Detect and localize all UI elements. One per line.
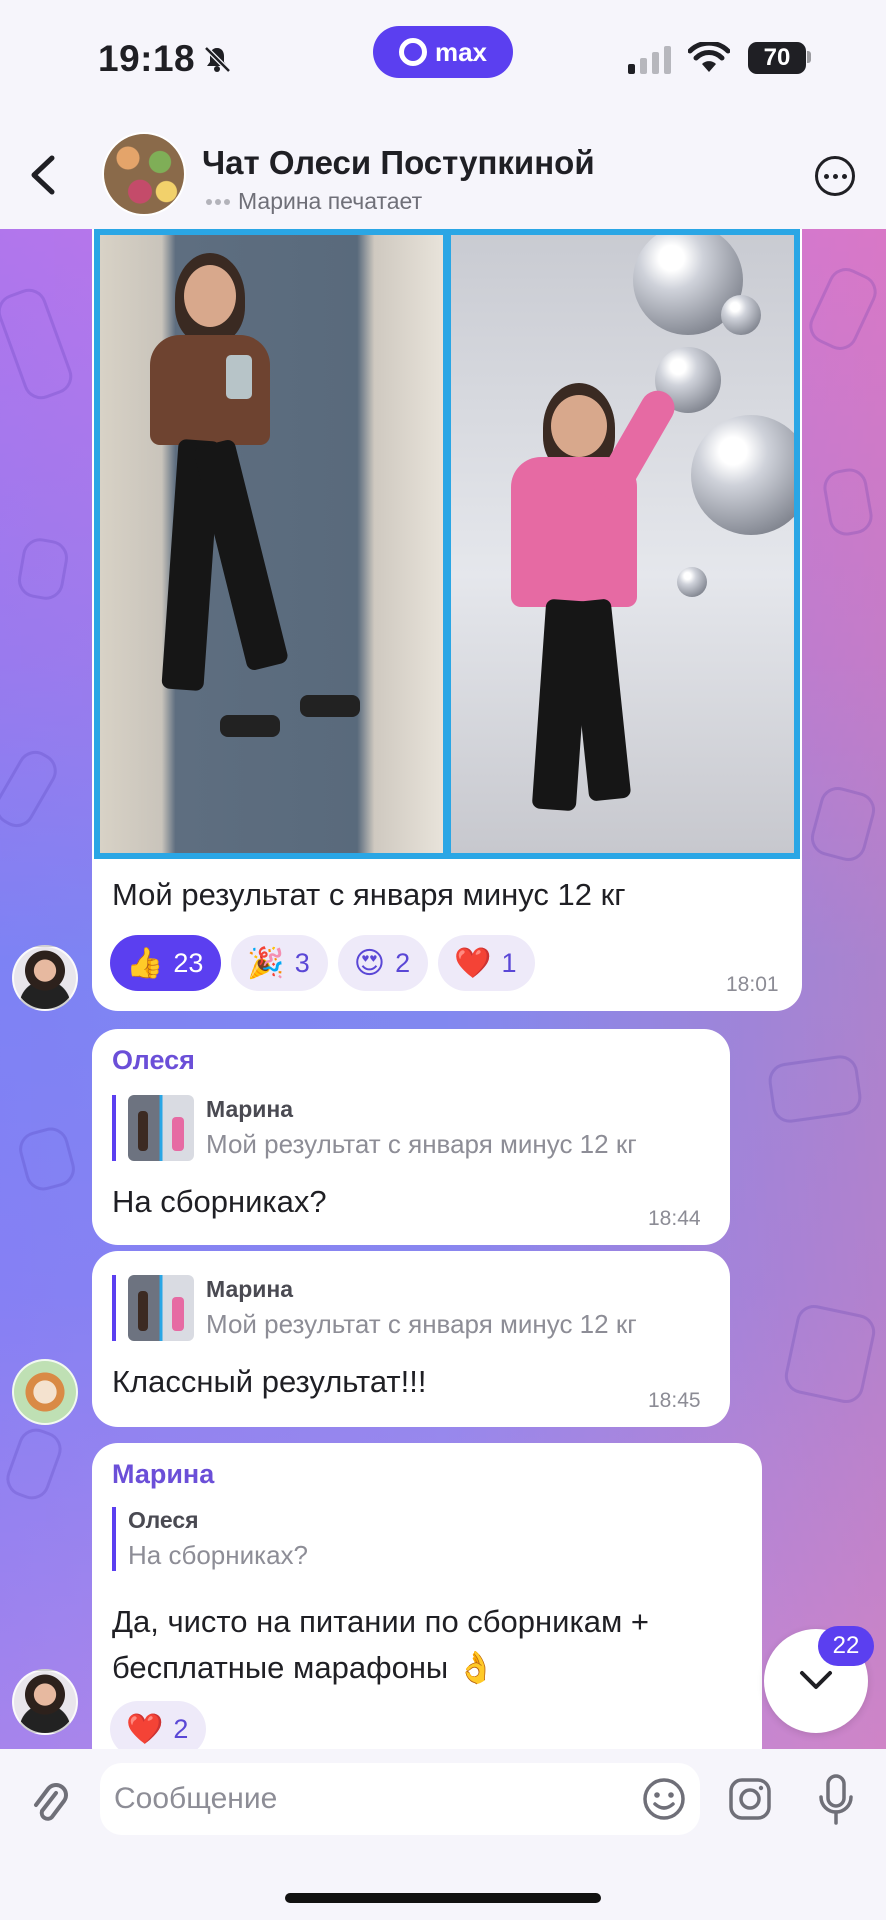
photo-figure	[300, 695, 360, 717]
reply-message[interactable]: Марина Мой результат с января минус 12 к…	[92, 1251, 730, 1427]
reaction-thumbs-up[interactable]: 👍 23	[110, 935, 222, 991]
unread-count-badge: 22	[818, 1626, 874, 1666]
background-doodle	[0, 744, 64, 834]
typing-status-text: Марина печатает	[238, 188, 423, 214]
sender-avatar[interactable]	[12, 945, 78, 1011]
photo-figure	[220, 715, 280, 737]
home-indicator	[285, 1893, 601, 1903]
reaction-count: 1	[501, 947, 517, 978]
reaction-heart-eyes[interactable]: 😍 2	[337, 935, 429, 991]
message-text-line: Да, чисто на питании по сборникам +	[112, 1604, 649, 1639]
cellular-signal-icon	[628, 46, 671, 74]
max-brand-label: max	[434, 36, 488, 67]
microphone-icon[interactable]	[816, 1773, 856, 1827]
background-doodle	[15, 1123, 79, 1195]
photo-figure	[150, 335, 270, 445]
bell-muted-icon	[204, 46, 231, 73]
more-options-button[interactable]	[815, 156, 855, 196]
reaction-count: 2	[173, 1713, 189, 1744]
reaction-heart[interactable]: ❤️ 2	[110, 1701, 207, 1749]
quoted-message[interactable]: Марина Мой результат с января минус 12 к…	[112, 1095, 637, 1161]
photo-figure	[184, 265, 236, 327]
message-time: 18:44	[648, 1207, 701, 1230]
emoji-icon[interactable]	[642, 1777, 686, 1821]
max-logo-icon	[398, 38, 427, 66]
wifi-icon	[688, 42, 730, 72]
background-doodle	[1, 1423, 67, 1505]
background-doodle	[15, 535, 71, 603]
heart-eyes-icon: 😍	[353, 946, 386, 980]
photo-collage[interactable]	[94, 229, 800, 859]
reply-message[interactable]: Олеся Марина Мой результат с января мину…	[92, 1029, 730, 1245]
photo-caption: Мой результат с января минус 12 кг	[112, 877, 626, 912]
heart-icon: ❤️	[126, 1712, 164, 1746]
background-doodle	[803, 262, 883, 356]
sender-avatar[interactable]	[12, 1669, 78, 1735]
quote-thumbnail	[128, 1275, 194, 1341]
quote-author: Марина	[206, 1276, 294, 1302]
quote-text: Мой результат с января минус 12 кг	[206, 1129, 637, 1159]
chat-header: Чат Олеси Поступкиной Марина печатает	[0, 120, 886, 229]
chat-avatar[interactable]	[102, 132, 186, 216]
before-photo[interactable]	[100, 235, 443, 853]
quoted-message[interactable]: Олеся На сборниках?	[112, 1507, 308, 1571]
photo-balloon	[677, 567, 707, 597]
message-input[interactable]	[100, 1763, 700, 1835]
background-doodle	[766, 1053, 864, 1125]
background-doodle	[820, 465, 876, 539]
camera-icon[interactable]	[728, 1777, 772, 1821]
reaction-count: 23	[173, 947, 204, 978]
reaction-count: 2	[395, 947, 411, 978]
paperclip-icon[interactable]	[30, 1781, 70, 1831]
message-text: На сборниках?	[112, 1184, 327, 1219]
top-bar: 19:18 max 70 Чат Олеси Поступкиной Марин…	[0, 0, 886, 229]
quoted-message[interactable]: Марина Мой результат с января минус 12 к…	[112, 1275, 637, 1341]
message-time: 18:01	[726, 973, 779, 996]
typing-dots-icon	[206, 198, 230, 205]
background-doodle	[0, 283, 78, 405]
max-app-badge[interactable]: max	[373, 26, 513, 78]
photo-figure	[551, 395, 607, 457]
battery-tip	[807, 51, 811, 63]
sender-name[interactable]: Олеся	[112, 1045, 195, 1076]
typing-status: Марина печатает	[206, 188, 422, 215]
back-arrow-icon[interactable]	[24, 150, 64, 200]
quote-text: Мой результат с января минус 12 кг	[206, 1309, 637, 1339]
photo-message[interactable]: Мой результат с января минус 12 кг 👍 23 …	[92, 229, 802, 1011]
reactions-bar: ❤️ 2	[110, 1701, 207, 1749]
sender-name[interactable]: Марина	[112, 1459, 214, 1490]
reaction-count: 3	[294, 947, 310, 978]
message-text-line: бесплатные марафоны 👌	[112, 1650, 496, 1685]
reaction-party[interactable]: 🎉 3	[231, 935, 328, 991]
thumbs-up-icon: 👍	[126, 946, 164, 980]
chat-title[interactable]: Чат Олеси Поступкиной	[202, 144, 595, 182]
message-time: 18:45	[648, 1389, 701, 1412]
party-popper-icon: 🎉	[247, 946, 285, 980]
photo-balloon	[691, 415, 794, 535]
chevron-down-icon	[800, 1671, 832, 1689]
message-composer	[0, 1749, 886, 1920]
sender-avatar[interactable]	[12, 1359, 78, 1425]
battery-indicator: 70	[748, 42, 806, 74]
after-photo[interactable]	[451, 235, 794, 853]
status-time: 19:18	[98, 38, 196, 79]
reactions-bar: 👍 23 🎉 3 😍 2 ❤️ 1	[110, 935, 535, 991]
phone-in-photo	[226, 355, 252, 399]
reaction-heart[interactable]: ❤️ 1	[438, 935, 535, 991]
quote-thumbnail	[128, 1095, 194, 1161]
chat-messages-area[interactable]: Мой результат с января минус 12 кг 👍 23 …	[0, 229, 886, 1749]
photo-balloon	[721, 295, 761, 335]
quote-author: Марина	[206, 1096, 294, 1122]
reply-message[interactable]: Марина Олеся На сборниках? Да, чисто на …	[92, 1443, 762, 1749]
background-doodle	[806, 782, 880, 866]
message-text: Да, чисто на питании по сборникам + бесп…	[112, 1599, 649, 1691]
heart-icon: ❤️	[454, 946, 492, 980]
quote-text: На сборниках?	[128, 1540, 309, 1570]
background-doodle	[781, 1301, 879, 1407]
quote-author: Олеся	[128, 1507, 199, 1533]
status-bar: 19:18 max 70	[0, 0, 886, 120]
message-text: Классный результат!!!	[112, 1364, 427, 1399]
